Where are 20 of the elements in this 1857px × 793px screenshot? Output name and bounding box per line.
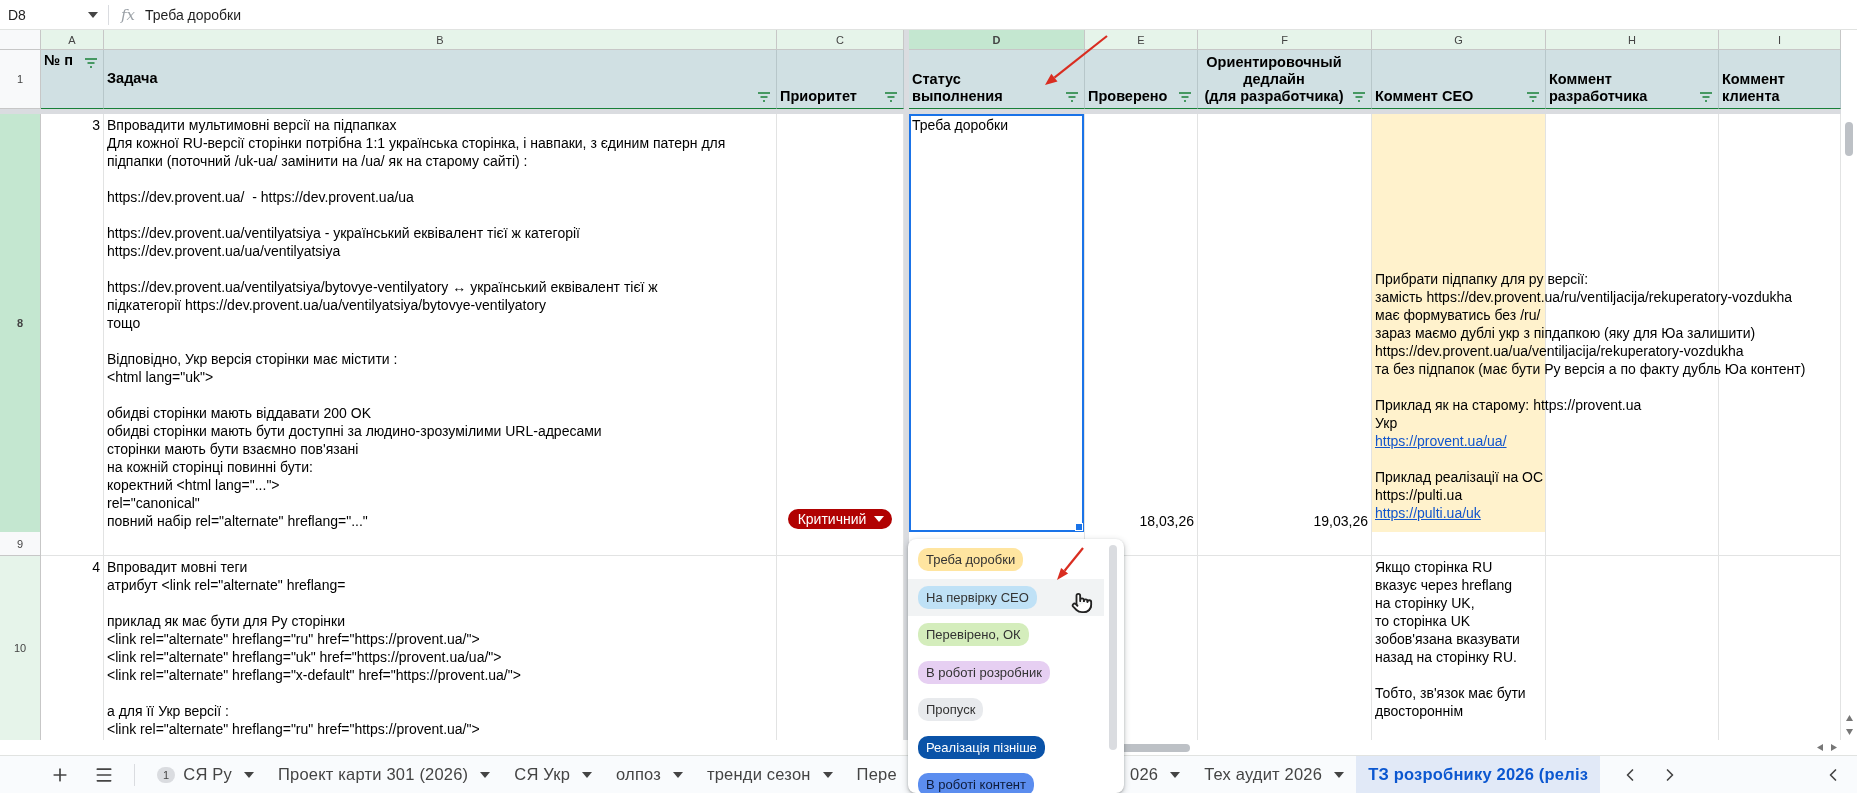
cell-text: Якщо сторінка RU вказує через hreflang на сторінку UK, то сторінка UK зобов'язана вказувати назад на сторінку RU. Тобто, зв'язок має бути двостороннім [1375, 558, 1527, 720]
column-title: Коммент разработчика [1549, 71, 1649, 105]
column-title: № п [44, 52, 74, 69]
cell-text: 4 [91, 558, 100, 576]
sheet-badge: 1 [157, 766, 176, 783]
column-title: Задача [107, 70, 159, 87]
cell-text: 19,03,26 [1312, 512, 1368, 530]
column-title: Ориентировочный дедлайн (для разработчика) [1203, 54, 1345, 105]
cell-text: Впровадит мовні теги атрибут <link rel="alternate" hreflang= приклад як має бути для Ру сторінки <link rel="alternate" hreflang="ru" href="https://provent.ua/"> <link rel="alternate" hreflang="uk" href="https://provent.ua/ua/"> <link rel="alternate" hreflang="x-default" href="https://provent.ua/"> а для її Укр версії : <link rel="alternate" hreflang="ru" href="https://provent.ua/"> [107, 558, 522, 738]
cell-text: 18,03,26 [1138, 512, 1194, 530]
function-icon: fx [121, 5, 135, 24]
column-title: Коммент СЕО [1375, 88, 1475, 105]
cell-text: Впровадити мультимовні версії на підпапках Для кожної RU-версії сторінки потрібна 1:1 українська сторінка, і навпаки, з єдиним патерн для підпапки (поточний /uk-ua/ замінити на /ua/ як на старому сайті) : https://dev.provent.ua/ - https://dev.provent.ua/ua https://dev.provent.ua/ventilyatsiya - український еквівалент тієї ж категорії https://dev.provent.ua/ua/ventilyatsiya https://dev.provent.ua/ventilyatsiya/bytovye-ventilyatory ↔ український еквівалент тієї ж підкатегорії https://dev.provent.ua/ua/ventilyatsiya/bytovye-ventilyatory тощо Відповідно, Укр версія сторінки має містити : <html lang="uk"> обидві сторінки мають віддавати 200 OK обидві сторінки мають бути доступні за людино-зрозумілими URL-адресами сторінки мають бути взаємно пов'язані на кожній сторінці повинні бути: коректний <html lang="..."> rel="canonical" повний набір rel="alternate" hreflang="..." [107, 116, 727, 530]
column-title: Коммент клиента [1722, 71, 1786, 105]
cell-text: Треба доробки [912, 116, 1010, 134]
column-title: Проверено [1088, 88, 1169, 105]
column-title: Приоритет [780, 88, 858, 105]
cell-text: Прибрати підпапку для ру версії: замість https://dev.provent.ua/ru/ventiljacija/rekuperatory-vozdukha має формуватись без /ru/ зараз маємо дублі укр з піпдапкою (яку для Юа залишити) https://dev.provent.ua/ua/ventiljacija/rekuperatory-vozdukha та без підпапок (має бути Ру версія а по факту дубль Юа контент) Приклад як на старому: https://provent.ua Укр https://provent.ua/ua/ Приклад реалізації на ОС https://pulti.ua https://pulti.ua/uk [1375, 270, 1806, 522]
column-title: Статус выполнения [912, 71, 1004, 105]
cell-text: 3 [91, 116, 100, 134]
